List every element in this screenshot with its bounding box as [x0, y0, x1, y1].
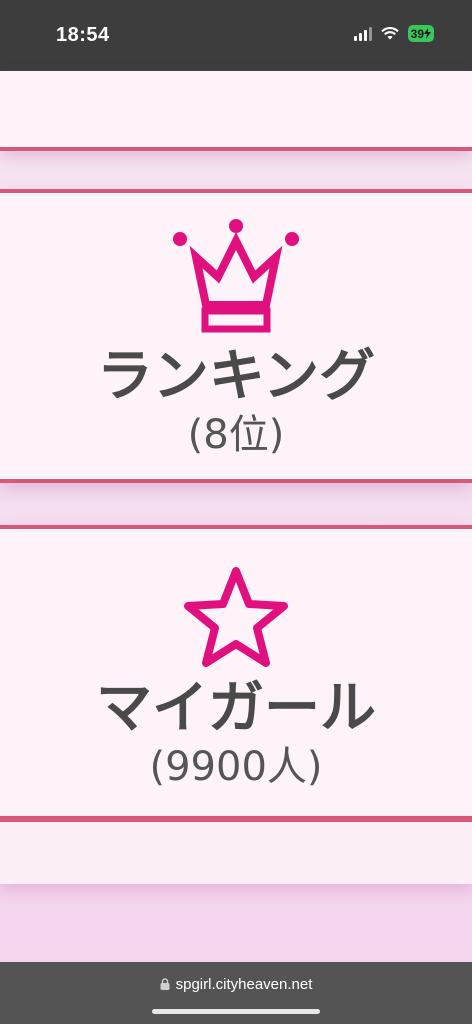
crown-icon-wrap: [0, 211, 472, 335]
mygirl-title: マイガール: [96, 676, 376, 741]
bottom-panel: [0, 818, 472, 884]
star-icon-wrap: [0, 563, 472, 675]
home-indicator[interactable]: [152, 1009, 320, 1014]
signal-icon: [353, 26, 372, 41]
battery-indicator: 39: [407, 25, 434, 42]
status-time: 18:54: [56, 24, 110, 46]
url-display[interactable]: spgirl.cityheaven.net: [0, 976, 472, 993]
crown-icon: [173, 219, 299, 333]
top-panel: [0, 71, 472, 151]
lock-icon: [160, 978, 170, 990]
star-icon: [184, 567, 288, 667]
wifi-icon: [380, 27, 399, 40]
ranking-subtitle: (8位): [187, 412, 285, 458]
browser-url-bar[interactable]: spgirl.cityheaven.net: [0, 962, 472, 1024]
battery-level: 39: [410, 26, 424, 41]
url-text: spgirl.cityheaven.net: [175, 976, 313, 993]
mygirl-subtitle: (9900人): [149, 744, 323, 790]
status-icons: 39: [353, 25, 434, 42]
ranking-title: ランキング: [96, 344, 376, 409]
ranking-button[interactable]: ランキング (8位): [0, 189, 472, 483]
mygirl-button[interactable]: マイガール (9900人): [0, 525, 472, 820]
status-bar: 18:54 39: [0, 0, 472, 71]
charging-bolt-icon: [424, 28, 431, 39]
